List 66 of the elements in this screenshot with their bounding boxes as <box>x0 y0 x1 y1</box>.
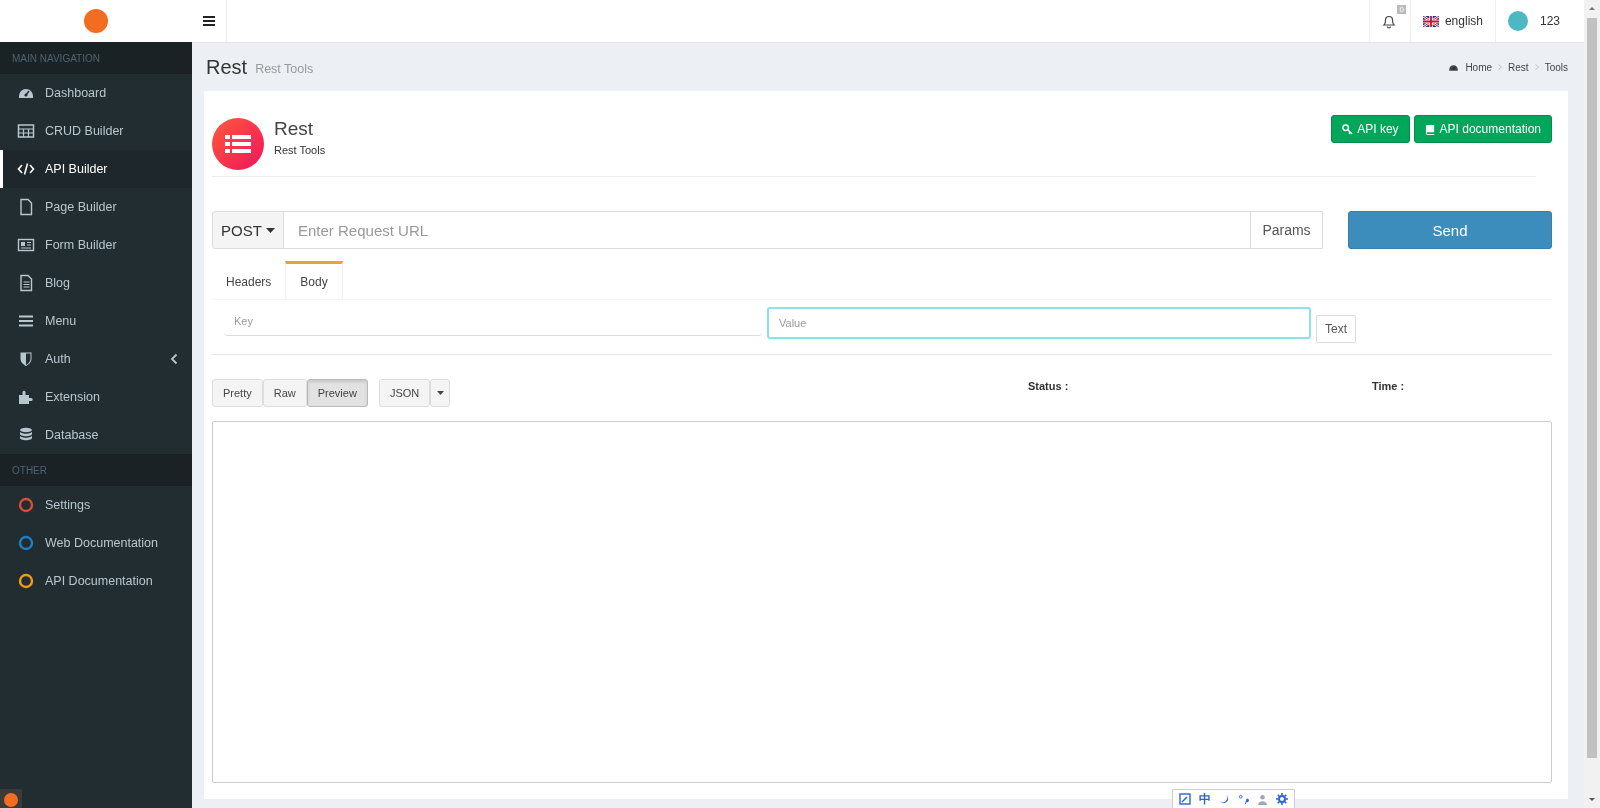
newspaper-icon <box>17 236 35 254</box>
section-header: OTHER <box>0 454 192 486</box>
caret-icon <box>265 227 275 233</box>
logo-icon <box>84 9 108 33</box>
sidebar-item[interactable]: CRUD Builder <box>0 112 192 150</box>
book-icon <box>1424 123 1436 135</box>
type-button[interactable]: Text <box>1316 315 1356 343</box>
time-label: Time : <box>1372 379 1406 392</box>
view-button[interactable]: Pretty <box>212 379 263 407</box>
card-subtitle: Rest Tools <box>274 144 327 156</box>
key-icon <box>1342 123 1354 135</box>
caret-icon <box>436 391 444 395</box>
format-dropdown[interactable] <box>430 379 451 407</box>
language-label[interactable]: english <box>1444 14 1483 28</box>
puzzle-icon <box>17 388 35 406</box>
value-field[interactable]: Value <box>767 307 1311 339</box>
sidebar-item[interactable]: Page Builder <box>0 188 192 226</box>
checkbox-icon[interactable] <box>1179 793 1191 805</box>
send-button[interactable]: Send <box>1348 211 1552 249</box>
view-button[interactable]: Preview <box>306 379 368 407</box>
status-label: Status : <box>1028 379 1070 392</box>
circle-icon <box>17 496 35 514</box>
sidebar-item[interactable]: Auth <box>0 340 192 378</box>
table-icon <box>17 122 35 140</box>
sidebar-item[interactable]: Menu <box>0 302 192 340</box>
circle-icon <box>17 534 35 552</box>
view-button[interactable]: Raw <box>262 379 307 407</box>
bell-icon[interactable] <box>1381 13 1396 29</box>
sidebar-item[interactable]: API Builder <box>0 150 192 188</box>
document-icon <box>17 274 35 292</box>
moon-icon[interactable] <box>1219 793 1230 805</box>
settings-icon[interactable] <box>1276 793 1288 805</box>
sidebar-item[interactable]: API Documentation <box>0 562 192 600</box>
method-dropdown[interactable]: POST <box>212 211 284 249</box>
card-title: Rest <box>274 118 315 140</box>
sidebar-item[interactable]: Extension <box>0 378 192 416</box>
flag-icon <box>1422 15 1439 27</box>
punctuation-icon[interactable] <box>1238 793 1249 805</box>
page-subtitle: Rest Tools <box>255 62 315 76</box>
sidebar-item[interactable]: Form Builder <box>0 226 192 264</box>
sidebar-item[interactable]: Settings <box>0 486 192 524</box>
user-icon[interactable] <box>1257 793 1268 805</box>
sidebar-item[interactable]: Web Documentation <box>0 524 192 562</box>
tab[interactable]: Body <box>285 261 343 299</box>
circle-icon <box>17 572 35 590</box>
url-field[interactable]: Enter Request URL <box>284 211 1251 249</box>
params-button[interactable]: Params <box>1251 211 1323 249</box>
page-title: Rest <box>206 55 248 79</box>
separator-icon <box>1498 64 1503 70</box>
separator-icon <box>1534 64 1539 70</box>
tab[interactable]: Headers <box>212 261 286 299</box>
menu-icon[interactable] <box>203 16 215 26</box>
dashboard-icon <box>1448 62 1460 72</box>
app-icon[interactable] <box>0 789 22 808</box>
sidebar-item[interactable]: Dashboard <box>0 74 192 112</box>
section-header: MAIN NAVIGATION <box>0 42 192 74</box>
input-mode[interactable]: 中 <box>1199 790 1211 808</box>
sidebar-item[interactable]: Database <box>0 416 192 454</box>
breadcrumb-link[interactable]: Home <box>1465 61 1493 73</box>
breadcrumb-link[interactable]: Rest <box>1508 61 1529 73</box>
list-icon <box>212 118 264 170</box>
format-button[interactable]: JSON <box>378 379 431 407</box>
avatar[interactable] <box>1507 11 1528 31</box>
user-name[interactable]: 123 <box>1539 14 1560 28</box>
sidebar-item[interactable]: Blog <box>0 264 192 302</box>
file-icon <box>17 198 35 216</box>
